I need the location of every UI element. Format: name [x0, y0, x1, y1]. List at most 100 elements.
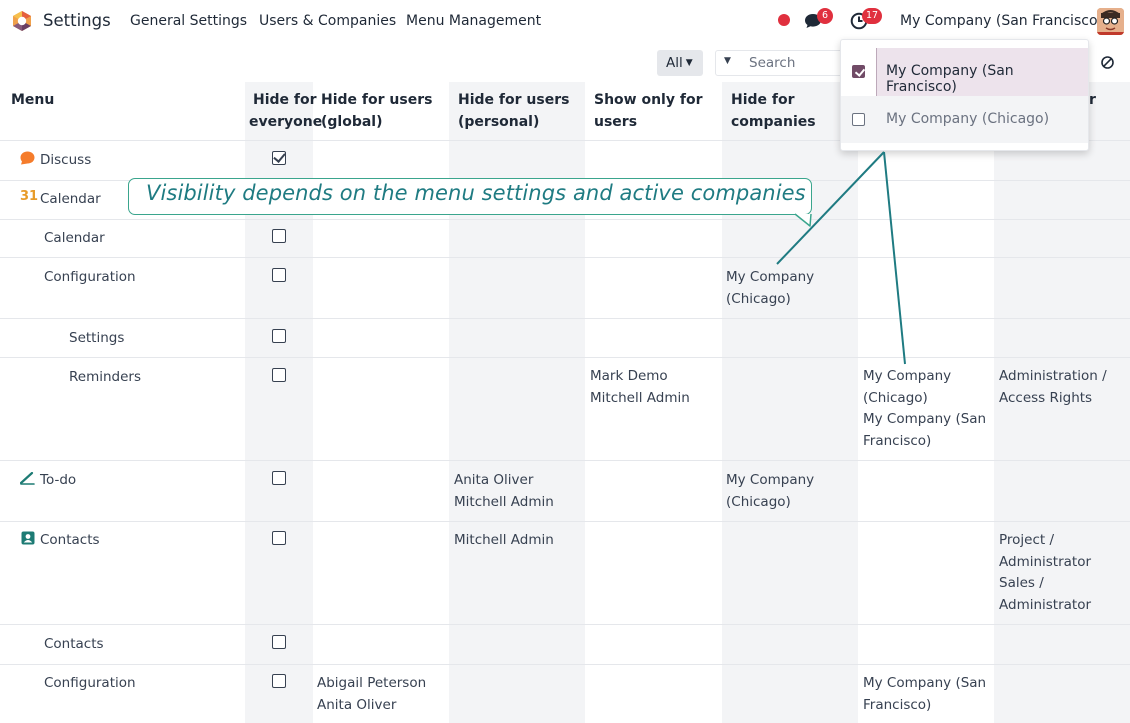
- user-name: Anita Oliver: [317, 696, 397, 713]
- company-option-label: My Company (San Francisco): [886, 63, 1014, 95]
- user-avatar[interactable]: [1097, 8, 1124, 35]
- header-hide-global-line1: Hide for users: [321, 92, 433, 108]
- company-switcher[interactable]: My Company (San Francisco): [900, 13, 1103, 29]
- show-only-users-cell[interactable]: Mark Demo Mitchell Admin: [590, 366, 690, 409]
- group-name: Administration /: [999, 368, 1107, 384]
- groups-cell[interactable]: Project / Administrator Sales / Administ…: [999, 530, 1091, 616]
- caret-down-icon: ▼: [685, 58, 693, 68]
- header-hide-companies-line1: Hide for: [731, 92, 795, 108]
- user-name: Abigail Peterson: [317, 675, 427, 691]
- company-name: Francisco): [863, 696, 932, 713]
- header-show-only-line1: Show only for: [594, 92, 703, 108]
- hide-everyone-checkbox[interactable]: [272, 329, 286, 343]
- show-only-companies-cell[interactable]: My Company (Chicago) My Company (San Fra…: [863, 366, 986, 452]
- user-name: Anita Oliver: [454, 472, 534, 488]
- header-groups-partial[interactable]: r: [1089, 90, 1096, 112]
- hide-everyone-checkbox[interactable]: [272, 471, 286, 485]
- hide-companies-cell[interactable]: My Company (Chicago): [726, 267, 814, 310]
- menu-name[interactable]: Configuration: [44, 675, 136, 691]
- search-options-caret-icon[interactable]: ▼: [724, 56, 731, 66]
- app-title[interactable]: Settings: [43, 11, 111, 30]
- search-input[interactable]: [749, 55, 839, 71]
- company-name: (Chicago): [863, 389, 928, 406]
- menu-name[interactable]: Discuss: [40, 152, 91, 168]
- company-checkbox[interactable]: [852, 65, 865, 78]
- user-name: Mitchell Admin: [454, 532, 554, 548]
- hide-everyone-checkbox[interactable]: [272, 531, 286, 545]
- search-box[interactable]: ▼: [715, 50, 845, 76]
- row-divider: [0, 219, 1130, 220]
- header-hide-everyone-line2: everyone: [249, 113, 323, 130]
- menu-name[interactable]: To-do: [40, 472, 76, 488]
- header-hide-global[interactable]: Hide for users (global): [321, 90, 432, 133]
- company-name: (Chicago): [726, 290, 791, 307]
- company-name: My Company: [726, 472, 815, 488]
- company-name: (Chicago): [726, 493, 791, 510]
- groups-cell[interactable]: Administration / Access Rights: [999, 366, 1107, 409]
- row-divider: [0, 624, 1130, 625]
- menu-name[interactable]: Settings: [69, 330, 124, 346]
- group-name: Administrator: [999, 596, 1092, 613]
- group-name: Project /: [999, 532, 1055, 548]
- header-hide-personal-line1: Hide for users: [458, 92, 570, 108]
- header-show-only-line2: users: [594, 113, 638, 130]
- header-hide-everyone[interactable]: Hide for everyone: [249, 90, 322, 133]
- odoo-app-icon[interactable]: [11, 10, 33, 32]
- record-indicator-icon[interactable]: [778, 14, 790, 26]
- hide-global-cell[interactable]: Abigail Peterson Anita Oliver: [317, 673, 426, 716]
- show-only-companies-cell[interactable]: My Company (San Francisco): [863, 673, 986, 716]
- menu-name[interactable]: Contacts: [44, 636, 104, 652]
- group-name: Access Rights: [999, 389, 1093, 406]
- company-checkbox[interactable]: [852, 113, 865, 126]
- discuss-app-icon: [20, 151, 35, 165]
- company-name: My Company (San: [863, 411, 987, 427]
- company-option[interactable]: My Company (San Francisco): [841, 48, 1088, 96]
- header-hide-companies[interactable]: Hide for companies: [731, 90, 816, 133]
- nav-general-settings[interactable]: General Settings: [130, 13, 247, 29]
- menu-name[interactable]: Contacts: [40, 532, 100, 548]
- company-switcher-dropdown: My Company (San Francisco) My Company (C…: [840, 39, 1089, 151]
- callout-text: Visibility depends on the menu settings …: [146, 181, 806, 205]
- hide-personal-cell[interactable]: Anita Oliver Mitchell Admin: [454, 470, 554, 513]
- hide-everyone-checkbox[interactable]: [272, 674, 286, 688]
- hide-everyone-checkbox[interactable]: [272, 229, 286, 243]
- company-name: My Company: [863, 368, 952, 384]
- top-navbar: Settings General Settings Users & Compan…: [0, 0, 1130, 42]
- group-name: Sales /: [999, 575, 1044, 591]
- company-name: Francisco): [863, 432, 932, 449]
- nav-users-companies[interactable]: Users & Companies: [259, 13, 396, 29]
- company-option[interactable]: My Company (Chicago): [841, 96, 1088, 143]
- hide-everyone-checkbox[interactable]: [272, 368, 286, 382]
- menu-name[interactable]: Calendar: [44, 230, 105, 246]
- todo-app-icon: [20, 472, 35, 485]
- contacts-app-icon: [21, 531, 35, 545]
- messages-badge: 6: [817, 8, 833, 24]
- row-divider: [0, 257, 1130, 258]
- clear-filter-icon[interactable]: [1100, 55, 1115, 70]
- user-name: Mitchell Admin: [590, 389, 690, 406]
- header-menu[interactable]: Menu: [11, 90, 54, 112]
- menu-name[interactable]: Reminders: [69, 369, 141, 385]
- header-show-only[interactable]: Show only for users: [594, 90, 702, 133]
- nav-menu-management[interactable]: Menu Management: [406, 13, 541, 29]
- hide-everyone-checkbox[interactable]: [272, 268, 286, 282]
- row-divider: [0, 460, 1130, 461]
- row-divider: [0, 664, 1130, 665]
- header-hide-companies-line2: companies: [731, 113, 816, 130]
- row-divider: [0, 521, 1130, 522]
- company-name: My Company: [726, 269, 815, 285]
- menu-name[interactable]: Configuration: [44, 269, 136, 285]
- company-name: My Company (San: [863, 675, 987, 691]
- hide-personal-cell[interactable]: Mitchell Admin: [454, 530, 554, 552]
- row-divider: [0, 318, 1130, 319]
- filter-all-dropdown[interactable]: All ▼: [657, 50, 703, 76]
- filter-all-label: All: [666, 55, 683, 71]
- hide-everyone-checkbox[interactable]: [272, 151, 286, 165]
- header-hide-everyone-line1: Hide for: [253, 92, 317, 108]
- header-hide-personal[interactable]: Hide for users (personal): [458, 90, 569, 133]
- company-option-label: My Company (Chicago): [886, 111, 1050, 127]
- menu-name[interactable]: Calendar: [40, 191, 101, 207]
- hide-everyone-checkbox[interactable]: [272, 635, 286, 649]
- hide-companies-cell[interactable]: My Company (Chicago): [726, 470, 814, 513]
- row-divider: [0, 357, 1130, 358]
